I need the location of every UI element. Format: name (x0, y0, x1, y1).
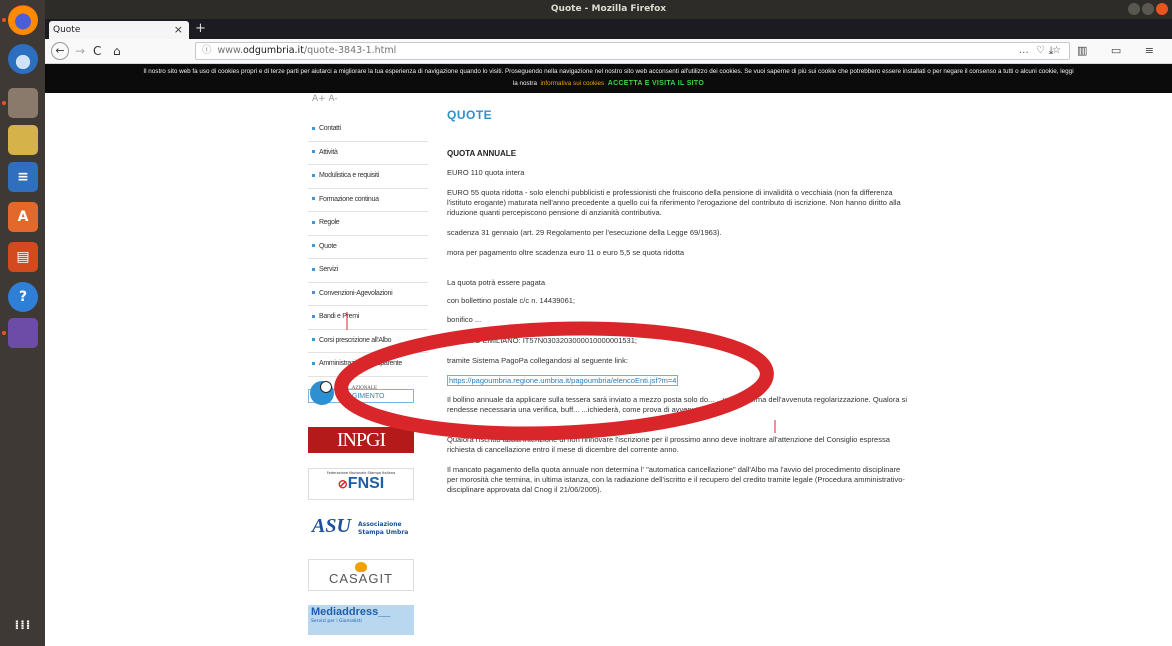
sidebar-item-label: Regole (319, 219, 340, 226)
cookie-text-2: la nostra (512, 80, 538, 87)
sidebar-item-label: Amministrazione Trasparente (319, 360, 402, 367)
cookie-banner: Il nostro sito web fa uso di cookies pro… (45, 64, 1172, 93)
paragraph: con bollettino postale c/c n. 14439061; (447, 296, 576, 305)
inpgi-logo[interactable]: INPGI (308, 427, 414, 453)
paragraph: scadenza 31 gennaio (art. 29 Regolamento… (447, 228, 722, 237)
software-center-icon[interactable]: A (8, 202, 38, 232)
section-title: QUOTA ANNUALE (447, 149, 517, 158)
app-grid-icon[interactable]: ⁞⁞⁞ (8, 610, 38, 640)
home-button[interactable]: ⌂ (113, 42, 121, 60)
sidebar-item[interactable]: Convenzioni-Agevolazioni (308, 283, 428, 306)
bullet-icon (312, 291, 315, 295)
close-window-icon[interactable] (1156, 3, 1168, 15)
fnsi-logo[interactable]: Federazione Nazionale Stampa Italiana ⊘F… (308, 468, 414, 500)
minimize-icon[interactable] (1128, 3, 1140, 15)
bullet-icon (312, 150, 315, 154)
cookie-accept-button[interactable]: ACCETTA E VISITA IL SITO (608, 80, 704, 87)
reload-button[interactable]: C (93, 42, 101, 60)
web-page: A+ A- Contatti Attività Modulistica e requ… (45, 93, 1172, 646)
paragraph: EURO 110 quota intera (447, 168, 525, 177)
forward-button[interactable]: → (75, 42, 85, 60)
tab-close-icon[interactable]: × (174, 21, 183, 39)
sidebar-item-label: Contatti (319, 125, 341, 132)
maximize-icon[interactable] (1142, 3, 1154, 15)
tab-label: Quote (53, 25, 81, 35)
sidebar-item-label: Formazione continua (319, 195, 379, 203)
tab-bar: Quote × + (45, 19, 1172, 39)
sidebar-item-label: Quote (319, 242, 337, 250)
sidebar-item-label: Attività (319, 148, 338, 156)
url-prefix: www. (217, 45, 243, 56)
cookie-text: Il nostro sito web fa uso di cookies pro… (143, 68, 1074, 75)
casagit-logo[interactable]: CASAGIT (308, 559, 414, 591)
sidebar-item[interactable]: Modulistica e requisiti (308, 165, 428, 189)
writer-icon[interactable]: ≡ (8, 162, 38, 192)
bullet-icon (312, 126, 315, 130)
paragraph: tramite Sistema PagoPa collegandosi al s… (447, 356, 628, 365)
window-title-bar: Quote - Mozilla Firefox (45, 0, 1172, 19)
paragraph: bonifico ... (447, 315, 482, 324)
sidebar-item[interactable]: Amministrazione Trasparente (308, 353, 428, 377)
sidebar-item-label: Modulistica e requisiti (319, 172, 380, 179)
pagopa-link[interactable]: https://pagoumbria.regione.umbria.it/pag… (447, 375, 679, 386)
window-title: Quote - Mozilla Firefox (550, 4, 667, 14)
sidebar-menu: A+ A- Contatti Attività Modulistica e requ… (308, 93, 428, 635)
firefox-icon[interactable] (8, 5, 38, 35)
new-tab-button[interactable]: + (195, 21, 206, 37)
ubuntu-launcher: ≡ A ▤ ? ⁞⁞⁞ (0, 0, 46, 646)
url-bar[interactable]: ⓘ www.odgumbria.it/quote-3843-1.html … ♡ … (195, 42, 1070, 60)
paragraph: Il bollino annuale da applicare sulla te… (447, 395, 908, 414)
bullet-icon (312, 197, 315, 201)
sidebar-item[interactable]: Regole (308, 212, 428, 236)
sidebar-item[interactable]: Quote (308, 236, 428, 259)
page-title: QUOTE (447, 108, 493, 122)
sidebar-item[interactable]: Formazione continua (308, 189, 428, 212)
paragraph: mora per pagamento oltre scadenza euro 1… (447, 248, 685, 257)
video-icon[interactable] (8, 318, 38, 348)
bullet-icon (312, 338, 315, 342)
cnog-logo[interactable]: ...AZIONALE (308, 378, 414, 412)
bullet-icon (312, 267, 315, 271)
url-path: /quote-3843-1.html (303, 45, 397, 56)
site-info-icon[interactable]: ⓘ (202, 45, 212, 56)
font-size-controls[interactable]: A+ A- (308, 93, 428, 118)
files-icon[interactable] (8, 88, 38, 118)
sidebar-item[interactable]: Contatti (308, 118, 428, 142)
toolbar-icons[interactable]: ⤓ ▥ ▭ ≡ (1049, 42, 1164, 60)
sidebar-item[interactable]: Attività (308, 142, 428, 165)
sidebar-item[interactable]: Servizi (308, 259, 428, 283)
url-host: odgumbria.it (242, 45, 304, 56)
bullet-icon (312, 173, 315, 177)
thunderbird-icon[interactable] (8, 44, 38, 74)
window-controls (1128, 3, 1168, 15)
sidebar-item[interactable]: Corsi prescrizione all'Albo (308, 330, 428, 353)
sidebar-item-label: Bandi e Premi (319, 313, 360, 320)
cookie-policy-link[interactable]: informativa sui cookies (541, 80, 605, 87)
bullet-icon (312, 220, 315, 224)
back-button[interactable]: ← (51, 42, 69, 60)
mediaddress-logo[interactable]: Mediaddress__ Servizi per i Giornalisti (308, 605, 414, 635)
paragraph: EURO 55 quota ridotta - solo elenchi pub… (447, 188, 901, 217)
sidebar-item-label: Servizi (319, 266, 338, 273)
paragraph: La quota potrà essere pagata (447, 278, 545, 287)
sidebar-item-label: Convenzioni-Agevolazioni (319, 289, 393, 297)
rhythmbox-icon[interactable] (8, 125, 38, 155)
help-icon[interactable]: ? (8, 282, 38, 312)
paragraph: CREDITO EMILIANO: IT57N03032030000100000… (447, 336, 637, 345)
asu-logo[interactable]: ASU Associazione Stampa Umbra (308, 513, 414, 547)
sidebar-item-label: Corsi prescrizione all'Albo (319, 336, 392, 344)
impress-icon[interactable]: ▤ (8, 242, 38, 272)
paragraph: Il mancato pagamento della quota annuale… (447, 465, 905, 494)
bullet-icon (312, 314, 315, 318)
bullet-icon (312, 361, 315, 365)
sidebar-item[interactable]: Bandi e Premi (308, 306, 428, 330)
tab-quote[interactable]: Quote × (49, 21, 189, 39)
bullet-icon (312, 244, 315, 248)
paragraph: Qualora l'iscritto abbia intenzione di n… (447, 435, 890, 454)
navigation-toolbar: ← → C ⌂ ⓘ www.odgumbria.it/quote-3843-1.h… (45, 39, 1172, 64)
